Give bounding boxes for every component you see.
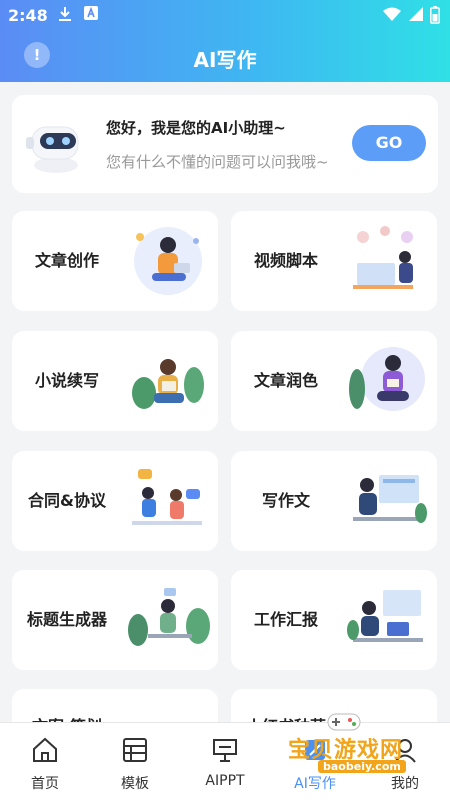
card-article-polish[interactable]: 文章润色 [231, 331, 437, 431]
card-essay-writing[interactable]: 写作文 [231, 451, 437, 551]
card-label: 写作文 [261, 491, 310, 510]
card-label: 标题生成器 [26, 610, 107, 629]
title-bar: ! AI写作 [0, 38, 450, 78]
nav-label: 模板 [121, 776, 149, 792]
desk-worker-illustration [353, 226, 413, 289]
card-video-script[interactable]: 视频脚本 [231, 211, 437, 311]
go-button[interactable]: GO [352, 125, 426, 161]
card-label: 视频脚本 [253, 251, 318, 270]
page-title: AI写作 [193, 48, 257, 72]
reading-plants-illustration [132, 359, 204, 409]
wifi-icon [382, 6, 402, 26]
assistant-subtitle: 您有什么不懂的问题可以问我哦~ [106, 153, 329, 171]
signal-icon [408, 6, 424, 26]
robot-icon [26, 126, 79, 173]
laptop-worker-illustration [347, 590, 423, 642]
app-notification-icon [84, 6, 98, 24]
template-icon [123, 738, 147, 762]
nav-label: AIPPT [205, 773, 245, 789]
card-contract-agreement[interactable]: 合同&协议 [12, 451, 218, 551]
home-icon [33, 737, 57, 762]
status-time: 2:48 [8, 6, 48, 25]
card-novel-continuation[interactable]: 小说续写 [12, 331, 218, 431]
ai-assistant-banner[interactable]: 您好，我是您的AI小助理~ 您有什么不懂的问题可以问我哦~ GO [12, 95, 438, 193]
nav-home[interactable]: 首页 [0, 723, 90, 800]
app-header: 2:48 ! AI写作 [0, 0, 450, 82]
download-icon [58, 6, 72, 26]
card-title-generator[interactable]: 标题生成器 [12, 570, 218, 670]
status-bar: 2:48 [0, 0, 450, 32]
watermark-url: baobeiy.com [318, 760, 406, 773]
card-article-writing[interactable]: 文章创作 [12, 211, 218, 311]
nav-label: 首页 [31, 776, 59, 792]
card-label: 合同&协议 [28, 491, 106, 510]
computer-worker-illustration [353, 475, 427, 523]
plant-desk-illustration [128, 588, 210, 646]
gamepad-icon [327, 713, 361, 731]
nav-templates[interactable]: 模板 [90, 723, 180, 800]
nav-aippt[interactable]: AIPPT [180, 723, 270, 800]
card-label: 文章创作 [34, 251, 99, 270]
meditating-reader-illustration [349, 347, 425, 411]
reading-woman-illustration [134, 227, 202, 295]
battery-icon [430, 6, 440, 28]
ppt-icon [213, 739, 237, 762]
card-label: 文章润色 [253, 371, 318, 390]
card-work-report[interactable]: 工作汇报 [231, 570, 437, 670]
site-watermark: 宝贝游戏网 baobeiy.com [270, 706, 440, 786]
card-label: 工作汇报 [253, 610, 318, 629]
assistant-greeting: 您好，我是您的AI小助理~ [106, 119, 286, 137]
meeting-chat-illustration [132, 469, 202, 525]
card-label: 小说续写 [34, 371, 99, 390]
